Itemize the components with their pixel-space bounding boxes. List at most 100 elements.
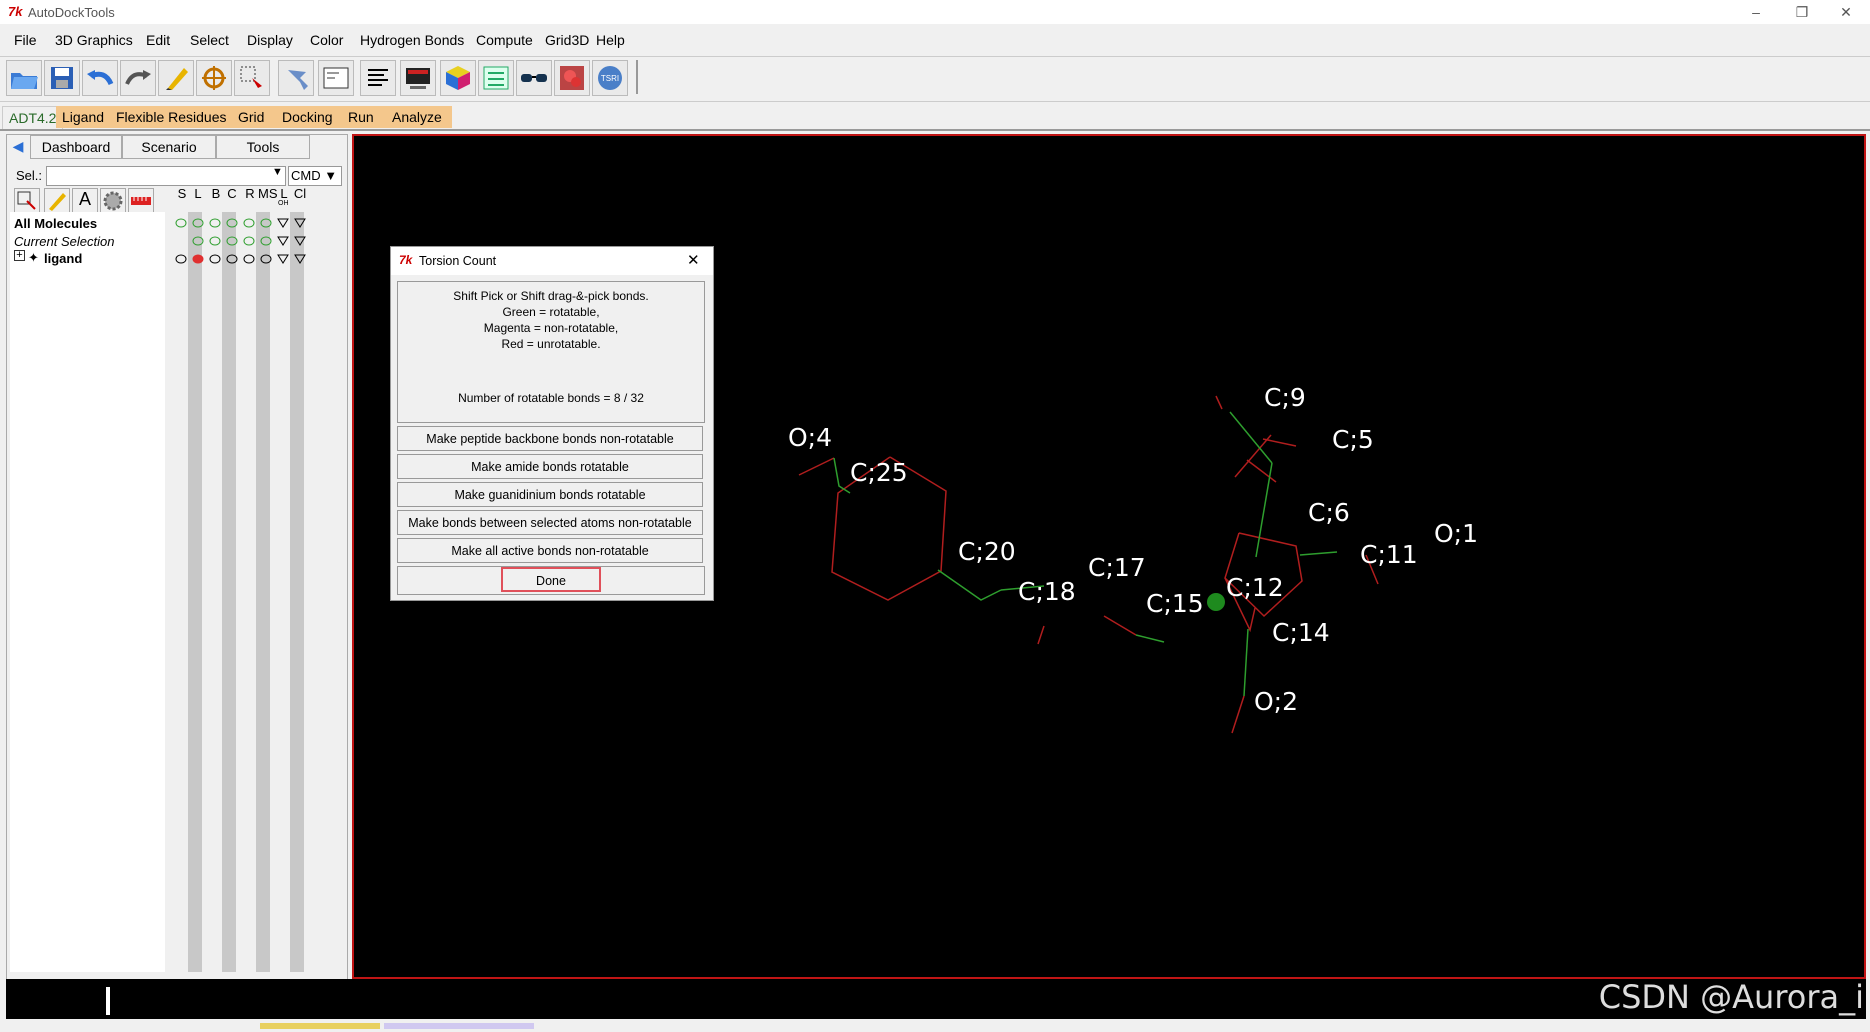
- redo-icon[interactable]: [120, 60, 156, 96]
- column-header-r[interactable]: R: [242, 186, 258, 201]
- done-button[interactable]: Done: [501, 567, 601, 592]
- column-header-l2[interactable]: L: [276, 186, 292, 201]
- adt-menu-docking[interactable]: Docking: [276, 106, 339, 128]
- tk-dialog-icon: 7k: [399, 253, 413, 267]
- adt-menu-analyze[interactable]: Analyze: [386, 106, 448, 128]
- toolbar-separator: [636, 60, 638, 94]
- menu-edit[interactable]: Edit: [146, 32, 170, 48]
- atom-label-c25: C;25: [850, 458, 908, 487]
- column-stripe: [256, 212, 270, 972]
- column-stripe: [188, 212, 202, 972]
- cmd-select[interactable]: CMD ▼: [288, 166, 342, 186]
- dashboard-icon[interactable]: [478, 60, 514, 96]
- window-titlebar: 7k AutoDockTools – ❐ ✕: [0, 0, 1870, 24]
- adt-menu-flexible-residues[interactable]: Flexible Residues: [110, 106, 233, 128]
- progress-segment: [260, 1023, 380, 1029]
- column-stripe: [290, 212, 304, 972]
- collapse-panel-icon[interactable]: ◀: [8, 135, 28, 157]
- column-stripe: [222, 212, 236, 972]
- atom-label-c9: C;9: [1264, 383, 1306, 412]
- amide-bonds-rotatable-button[interactable]: Make amide bonds rotatable: [397, 454, 703, 479]
- molecule-icon: ✦: [28, 250, 39, 265]
- hand-icon[interactable]: [278, 60, 314, 96]
- dialog-message: Shift Pick or Shift drag-&-pick bonds. G…: [397, 281, 705, 423]
- gear-tool-icon[interactable]: [100, 188, 126, 214]
- instruction-line: Magenta = non-rotatable,: [483, 321, 619, 335]
- menu-3d-graphics[interactable]: 3D Graphics: [55, 32, 133, 48]
- column-header-c[interactable]: C: [224, 186, 240, 201]
- crosshair-icon[interactable]: [196, 60, 232, 96]
- menu-color[interactable]: Color: [310, 32, 343, 48]
- menu-help[interactable]: Help: [596, 32, 625, 48]
- undo-icon[interactable]: [82, 60, 118, 96]
- separator-line: [0, 129, 1870, 131]
- bottom-edge: [0, 1020, 1870, 1032]
- save-icon[interactable]: [44, 60, 80, 96]
- svg-text:TSRI: TSRI: [601, 74, 619, 83]
- dialog-title: Torsion Count: [419, 254, 497, 268]
- pmv-logo-icon[interactable]: TSRI: [592, 60, 628, 96]
- pick-icon[interactable]: [234, 60, 270, 96]
- tree-row-all-molecules[interactable]: All Molecules: [14, 216, 97, 231]
- column-header-ms[interactable]: MS: [258, 186, 278, 201]
- tab-tools[interactable]: Tools: [216, 135, 310, 159]
- column-header-s[interactable]: S: [174, 186, 190, 201]
- column-header-b[interactable]: B: [208, 186, 224, 201]
- maximize-button[interactable]: ❐: [1782, 2, 1822, 22]
- atom-label-c20: C;20: [958, 537, 1016, 566]
- atom-label-c12: C;12: [1226, 573, 1284, 602]
- column-subheader-oh: OH: [278, 200, 289, 207]
- peptide-backbone-nonrotatable-button[interactable]: Make peptide backbone bonds non-rotatabl…: [397, 426, 703, 451]
- watermark: CSDN @Aurora_i: [1598, 978, 1864, 1016]
- all-active-nonrotatable-button[interactable]: Make all active bonds non-rotatable: [397, 538, 703, 563]
- atom-label-o4: O;4: [788, 423, 832, 452]
- monitor-icon[interactable]: [400, 60, 436, 96]
- selected-atoms-nonrotatable-button[interactable]: Make bonds between selected atoms non-ro…: [397, 510, 703, 535]
- adt-menu-run[interactable]: Run: [342, 106, 380, 128]
- guanidinium-bonds-rotatable-button[interactable]: Make guanidinium bonds rotatable: [397, 482, 703, 507]
- color-cube-icon[interactable]: [440, 60, 476, 96]
- adt-menu-ligand[interactable]: Ligand: [56, 106, 111, 128]
- selection-label: Sel.:: [16, 168, 43, 183]
- column-header-cl[interactable]: Cl: [292, 186, 308, 201]
- menu-grid3d[interactable]: Grid3D: [545, 32, 589, 48]
- dialog-close-button[interactable]: ✕: [687, 251, 700, 269]
- tree-expand-icon[interactable]: +: [14, 250, 25, 261]
- python-shell-icon[interactable]: [318, 60, 354, 96]
- column-header-l[interactable]: L: [190, 186, 206, 201]
- menu-display[interactable]: Display: [247, 32, 293, 48]
- tree-row-current-selection[interactable]: Current Selection: [14, 234, 114, 249]
- menu-compute[interactable]: Compute: [476, 32, 533, 48]
- tab-dashboard[interactable]: Dashboard: [30, 135, 122, 159]
- adt-menu-grid[interactable]: Grid: [232, 106, 271, 128]
- pencil-icon[interactable]: [158, 60, 194, 96]
- dialog-titlebar: 7k Torsion Count ✕: [391, 247, 713, 275]
- tree-row-ligand[interactable]: ligand: [44, 251, 82, 266]
- open-folder-icon[interactable]: [6, 60, 42, 96]
- close-window-button[interactable]: ✕: [1826, 2, 1866, 22]
- molecule-3d-icon[interactable]: [554, 60, 590, 96]
- atom-label-o2: O;2: [1254, 687, 1298, 716]
- menu-select[interactable]: Select: [190, 32, 229, 48]
- status-slider-handle[interactable]: [106, 987, 110, 1015]
- label-tool-icon[interactable]: A: [72, 188, 98, 214]
- tab-scenario[interactable]: Scenario: [122, 135, 216, 159]
- tk-app-icon: 7k: [8, 4, 23, 19]
- text-list-icon[interactable]: [360, 60, 396, 96]
- instruction-line: Green = rotatable,: [502, 305, 600, 319]
- status-bar: [6, 979, 1866, 1019]
- atom-label-c11: C;11: [1360, 540, 1418, 569]
- stereo-glasses-icon[interactable]: [516, 60, 552, 96]
- window-title: AutoDockTools: [28, 5, 115, 20]
- ruler-tool-icon[interactable]: [128, 188, 154, 214]
- selection-dropdown-icon[interactable]: ▼: [272, 166, 283, 178]
- selection-input[interactable]: [46, 166, 286, 186]
- menu-file[interactable]: File: [14, 32, 37, 48]
- atom-label-o1: O;1: [1434, 519, 1478, 548]
- pencil-tool-icon[interactable]: [44, 188, 70, 214]
- display-toggle-grid[interactable]: [168, 212, 308, 268]
- select-tool-icon[interactable]: [14, 188, 40, 214]
- torsion-count-dialog: 7k Torsion Count ✕ Shift Pick or Shift d…: [390, 246, 714, 601]
- menu-hydrogen-bonds[interactable]: Hydrogen Bonds: [360, 32, 464, 48]
- minimize-button[interactable]: –: [1736, 2, 1776, 22]
